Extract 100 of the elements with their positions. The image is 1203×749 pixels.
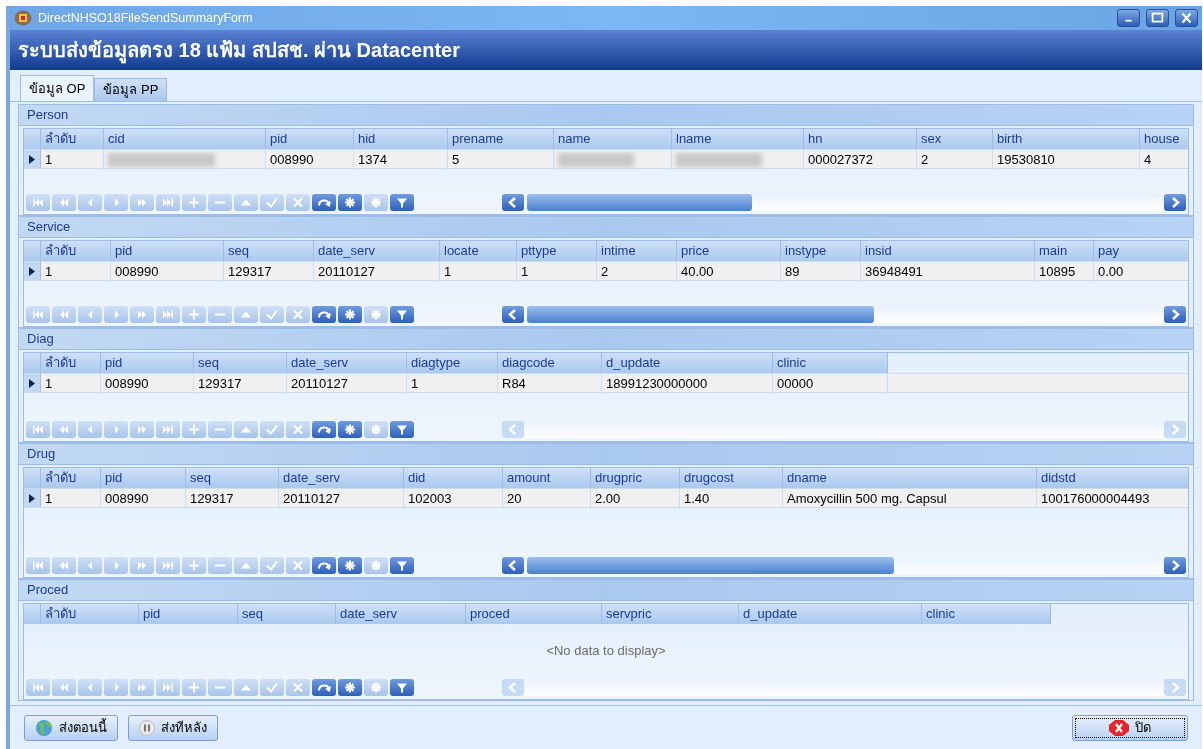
column-header[interactable]: d_update: [602, 353, 773, 373]
maximize-icon[interactable]: [1146, 9, 1169, 27]
scroll-right-icon[interactable]: [1164, 194, 1186, 211]
column-header[interactable]: d_update: [739, 604, 922, 624]
empty-message: <No data to display>: [546, 642, 666, 661]
column-header[interactable]: price: [677, 241, 781, 261]
table-cell: 129317: [194, 374, 287, 394]
refresh-icon[interactable]: [312, 679, 336, 696]
tab[interactable]: ข้อมูล OP: [20, 75, 95, 101]
column-header[interactable]: prename: [448, 129, 554, 149]
column-header[interactable]: ลำดับ: [41, 129, 104, 149]
asterisk-icon[interactable]: [338, 306, 362, 323]
column-header[interactable]: birth: [993, 129, 1140, 149]
scroll-left-icon[interactable]: [502, 557, 524, 574]
refresh-icon[interactable]: [312, 557, 336, 574]
column-header[interactable]: amount: [503, 468, 591, 488]
table-cell: 5: [448, 150, 554, 170]
column-header[interactable]: date_serv: [336, 604, 466, 624]
globe-icon: [35, 718, 53, 737]
scroll-right-icon[interactable]: [1164, 557, 1186, 574]
table-cell: 1: [41, 150, 104, 170]
tab[interactable]: ข้อมูล PP: [94, 78, 168, 101]
table-cell: 1374: [354, 150, 448, 170]
column-header[interactable]: date_serv: [279, 468, 404, 488]
minimize-icon[interactable]: [1117, 9, 1140, 27]
column-header[interactable]: diagtype: [407, 353, 498, 373]
table-cell: 20110127: [314, 262, 440, 282]
send-later-button[interactable]: ส่งทีหลัง: [128, 714, 218, 741]
table-cell: Amoxycillin 500 mg. Capsul: [783, 489, 1037, 509]
scroll-thumb[interactable]: [527, 194, 752, 211]
column-header[interactable]: seq: [224, 241, 314, 261]
column-header[interactable]: date_serv: [287, 353, 407, 373]
row-indicator-cell[interactable]: [24, 374, 41, 392]
column-header[interactable]: pid: [101, 353, 194, 373]
table-cell: 0.00: [1094, 262, 1188, 282]
scroll-left-icon[interactable]: [502, 194, 524, 211]
scroll-left-icon[interactable]: [502, 306, 524, 323]
column-header[interactable]: did: [404, 468, 503, 488]
asterisk-icon[interactable]: [338, 679, 362, 696]
column-header[interactable]: ลำดับ: [41, 353, 101, 373]
column-header[interactable]: locate: [440, 241, 517, 261]
panel-header: Diag: [19, 329, 1193, 350]
column-header[interactable]: pay: [1094, 241, 1188, 261]
column-header[interactable]: drugpric: [591, 468, 680, 488]
filter-icon[interactable]: [390, 306, 414, 323]
close-icon[interactable]: [1175, 9, 1198, 27]
column-header[interactable]: ลำดับ: [41, 468, 101, 488]
table-cell: 89: [781, 262, 861, 282]
column-header[interactable]: pid: [139, 604, 238, 624]
column-header[interactable]: pid: [266, 129, 354, 149]
refresh-icon[interactable]: [312, 421, 336, 438]
send-now-button[interactable]: ส่งตอนนี้: [24, 714, 118, 741]
column-header[interactable]: dname: [783, 468, 1037, 488]
column-header[interactable]: cid: [104, 129, 266, 149]
row-indicator-cell[interactable]: [24, 489, 41, 507]
filter-icon[interactable]: [390, 679, 414, 696]
column-header[interactable]: didstd: [1037, 468, 1188, 488]
filter-icon[interactable]: [390, 421, 414, 438]
column-header[interactable]: pttype: [517, 241, 597, 261]
column-header[interactable]: lname: [672, 129, 804, 149]
column-header[interactable]: diagcode: [498, 353, 602, 373]
column-header[interactable]: instype: [781, 241, 861, 261]
refresh-icon[interactable]: [312, 306, 336, 323]
row-indicator-cell[interactable]: [24, 150, 41, 168]
filter-icon[interactable]: [390, 194, 414, 211]
column-header[interactable]: seq: [238, 604, 336, 624]
column-header[interactable]: seq: [194, 353, 287, 373]
scroll-thumb[interactable]: [527, 306, 874, 323]
window-title: DirectNHSO18FileSendSummaryForm: [38, 9, 253, 27]
column-header[interactable]: pid: [111, 241, 224, 261]
column-header[interactable]: ลำดับ: [41, 241, 111, 261]
column-header[interactable]: seq: [186, 468, 279, 488]
column-header[interactable]: pid: [101, 468, 186, 488]
column-header[interactable]: servpric: [602, 604, 739, 624]
column-header[interactable]: house: [1140, 129, 1188, 149]
close-button[interactable]: ปิด: [1072, 714, 1188, 741]
filter-icon[interactable]: [390, 557, 414, 574]
asterisk-icon[interactable]: [338, 194, 362, 211]
column-header[interactable]: sex: [917, 129, 993, 149]
column-header[interactable]: hid: [354, 129, 448, 149]
table-cell: R84: [498, 374, 602, 394]
asterisk-icon[interactable]: [338, 421, 362, 438]
row-indicator-cell[interactable]: [24, 262, 41, 280]
column-header[interactable]: proced: [466, 604, 602, 624]
column-header[interactable]: main: [1035, 241, 1094, 261]
column-header[interactable]: date_serv: [314, 241, 440, 261]
refresh-icon[interactable]: [312, 194, 336, 211]
asterisk-icon[interactable]: [338, 557, 362, 574]
scroll-right-icon[interactable]: [1164, 306, 1186, 323]
scroll-thumb[interactable]: [527, 557, 894, 574]
column-header[interactable]: hn: [804, 129, 917, 149]
column-header[interactable]: clinic: [922, 604, 1051, 624]
column-header[interactable]: name: [554, 129, 672, 149]
column-header[interactable]: intime: [597, 241, 677, 261]
column-header[interactable]: drugcost: [680, 468, 783, 488]
table-cell: 1: [41, 489, 101, 509]
column-header[interactable]: insid: [861, 241, 1035, 261]
column-header[interactable]: ลำดับ: [41, 604, 139, 624]
table-cell: 20110127: [287, 374, 407, 394]
column-header[interactable]: clinic: [773, 353, 888, 373]
